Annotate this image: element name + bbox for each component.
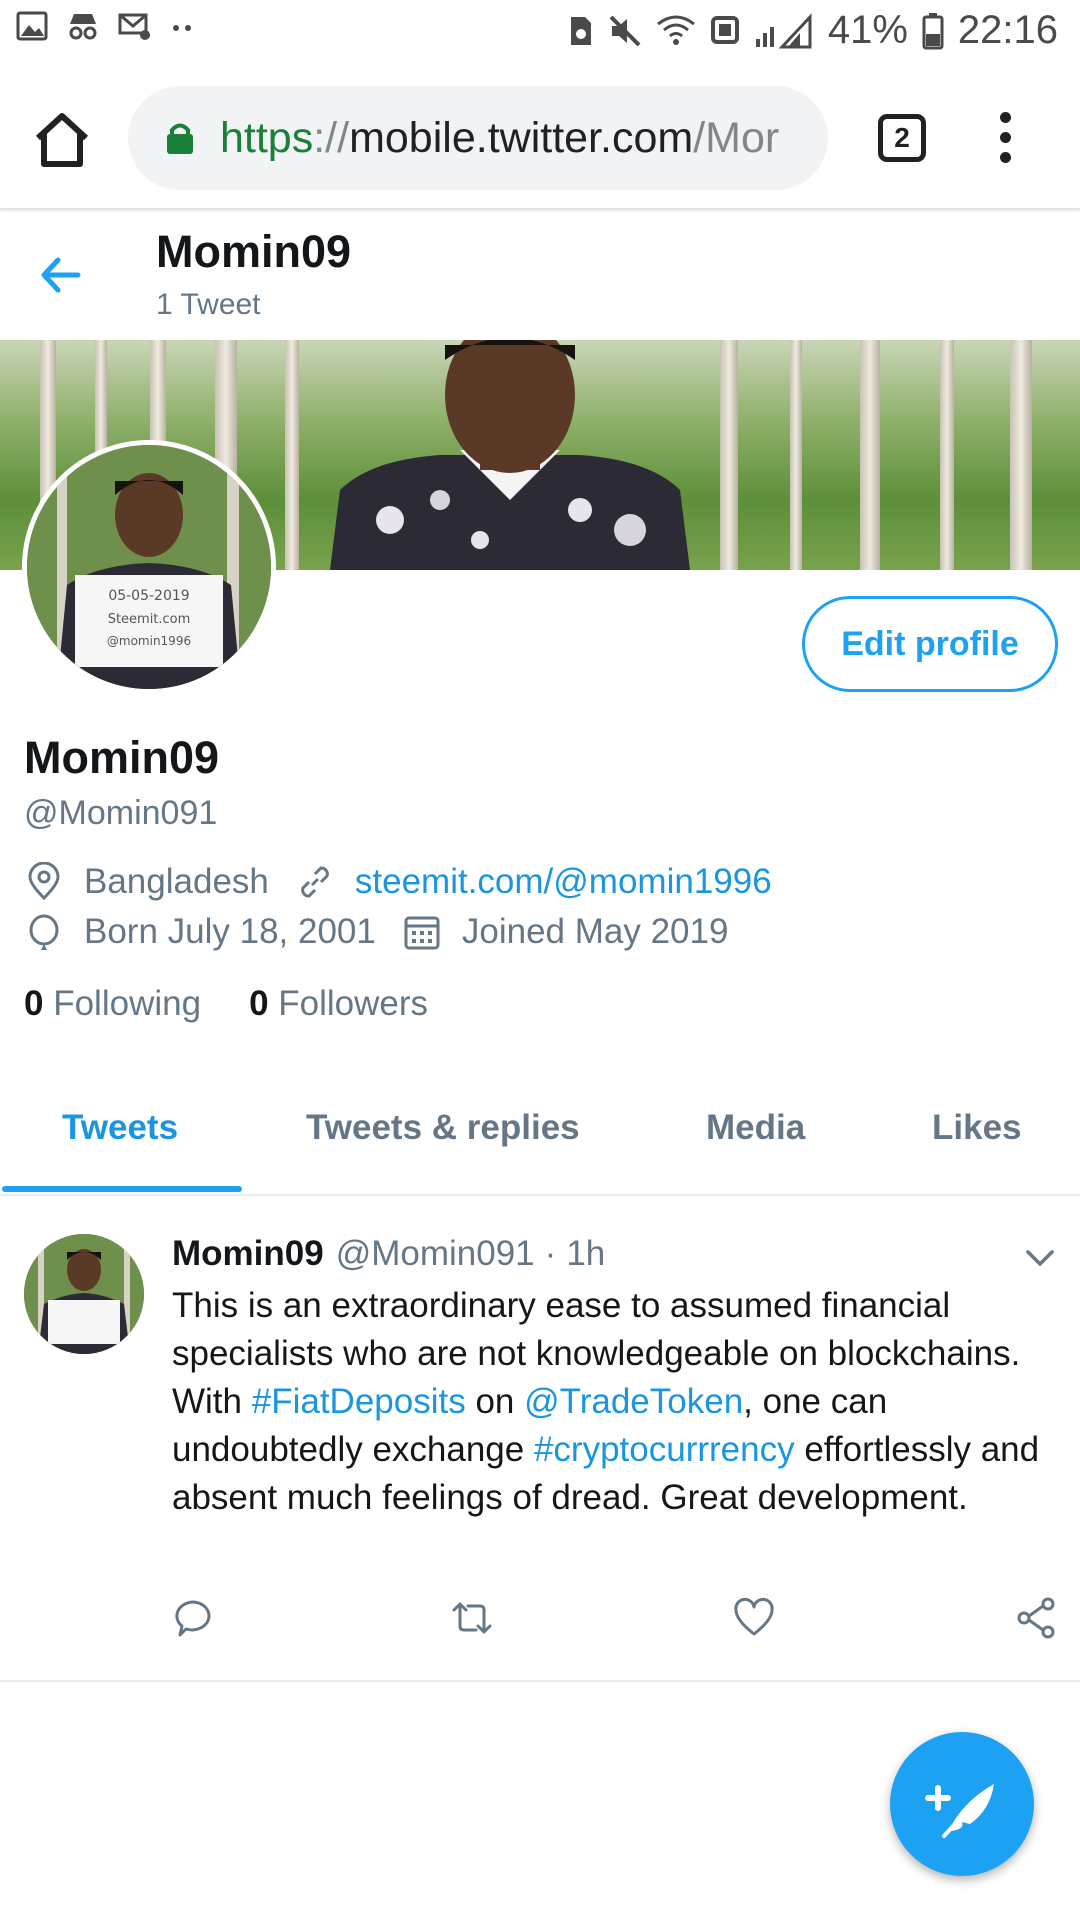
battery-icon: [922, 12, 944, 49]
tabs-icon: 2: [894, 122, 910, 153]
incognito-icon: [69, 14, 97, 40]
compose-tweet-icon: [925, 1784, 994, 1838]
profile-meta-row: Bangladesh steemit.com/@momin1996: [24, 862, 772, 902]
mute-icon: [609, 15, 641, 46]
svg-text:05-05-2019: 05-05-2019: [108, 588, 189, 604]
compose-tweet-button[interactable]: [890, 1732, 1034, 1876]
profile-location: Bangladesh: [84, 862, 269, 901]
banner-person-image: [330, 340, 690, 570]
lock-icon: [167, 123, 193, 154]
tweet-separator: ·: [544, 1234, 557, 1273]
browser-toolbar: https://mobile.twitter.com/Mor 2: [0, 64, 1080, 210]
followers-label: Followers: [278, 984, 429, 1023]
tweet-actions: [172, 1596, 1062, 1640]
tab-media[interactable]: Media: [706, 1108, 805, 1148]
tweet-text: This is an extraordinary ease to assumed…: [172, 1282, 1062, 1522]
wifi-icon: [656, 15, 695, 45]
profile-joined-date: Joined May 2019: [461, 912, 729, 951]
url-text: https://mobile.twitter.com/Mor: [220, 113, 780, 162]
followers-link[interactable]: 0 Followers: [249, 984, 428, 1024]
svg-text:@momin1996: @momin1996: [107, 634, 191, 648]
sim-icon: [570, 16, 591, 45]
tab-tweets-replies[interactable]: Tweets & replies: [306, 1108, 580, 1148]
header-title: Momin09: [156, 226, 352, 277]
following-count: 0: [24, 984, 44, 1023]
calendar-icon: [404, 916, 440, 950]
tab-likes[interactable]: Likes: [932, 1108, 1022, 1148]
tweet-avatar-image: [24, 1234, 144, 1354]
clock: 22:16: [957, 8, 1058, 52]
edit-profile-button[interactable]: Edit profile: [802, 596, 1058, 692]
address-bar[interactable]: https://mobile.twitter.com/Mor: [128, 86, 828, 190]
balloon-icon: [29, 914, 59, 950]
followers-count: 0: [249, 984, 269, 1023]
svg-text:Steemit.com: Steemit.com: [108, 612, 191, 627]
tweet-header: Momin09 @Momin091 · 1h: [172, 1234, 605, 1274]
settings-mail-icon: [118, 13, 150, 40]
tweet-text-part: on: [465, 1382, 525, 1421]
following-label: Following: [53, 984, 202, 1023]
home-icon[interactable]: [30, 108, 94, 172]
status-bar: 41% 22:16: [0, 0, 1080, 64]
header-tweet-count: 1 Tweet: [156, 288, 261, 321]
follow-stats: 0 Following 0 Followers: [24, 984, 428, 1024]
tweet-author-name[interactable]: Momin09: [172, 1234, 324, 1273]
profile-avatar[interactable]: 05-05-2019 Steemit.com @momin1996: [22, 440, 276, 694]
gallery-icon: [16, 11, 48, 41]
location-icon: [28, 862, 60, 901]
profile-tab-bar: Tweets Tweets & replies Media Likes: [0, 1070, 1080, 1196]
reply-icon[interactable]: [172, 1596, 216, 1640]
signal-icon: [755, 12, 812, 48]
hashtag-fiatdeposits[interactable]: #FiatDeposits: [252, 1382, 466, 1421]
tweet-author-handle[interactable]: @Momin091: [336, 1234, 535, 1273]
like-icon[interactable]: [732, 1596, 776, 1640]
tweet-avatar[interactable]: [24, 1234, 144, 1354]
link-icon: [301, 866, 329, 898]
data-icon: [710, 15, 739, 44]
tweet-item[interactable]: Momin09 @Momin091 · 1h This is an extraordi…: [0, 1198, 1080, 1682]
share-icon[interactable]: [1014, 1596, 1058, 1640]
retweet-icon[interactable]: [450, 1596, 494, 1640]
profile-header-bar: Momin09 1 Tweet: [0, 212, 1080, 340]
active-tab-indicator: [2, 1186, 242, 1192]
following-link[interactable]: 0 Following: [24, 984, 201, 1024]
tabs-button[interactable]: 2: [878, 114, 926, 162]
mention-tradetoken[interactable]: @TradeToken: [524, 1382, 743, 1421]
chevron-down-icon[interactable]: [1024, 1246, 1056, 1270]
avatar-image: 05-05-2019 Steemit.com @momin1996: [27, 445, 271, 689]
profile-handle: @Momin091: [24, 794, 218, 832]
tweet-timestamp[interactable]: 1h: [566, 1234, 605, 1273]
notification-dots-icon: [173, 25, 191, 31]
profile-birthdate: Born July 18, 2001: [84, 912, 376, 951]
overflow-menu-icon[interactable]: [990, 112, 1020, 168]
tab-tweets[interactable]: Tweets: [62, 1108, 178, 1148]
profile-name: Momin09: [24, 732, 220, 783]
battery-percent: 41%: [827, 8, 908, 52]
profile-website-link[interactable]: steemit.com/@momin1996: [355, 862, 772, 902]
profile-meta-row: Born July 18, 2001 Joined May 2019: [24, 912, 728, 952]
hashtag-cryptocurrency[interactable]: #cryptocurrrency: [534, 1430, 795, 1469]
back-arrow-icon[interactable]: [36, 250, 86, 300]
